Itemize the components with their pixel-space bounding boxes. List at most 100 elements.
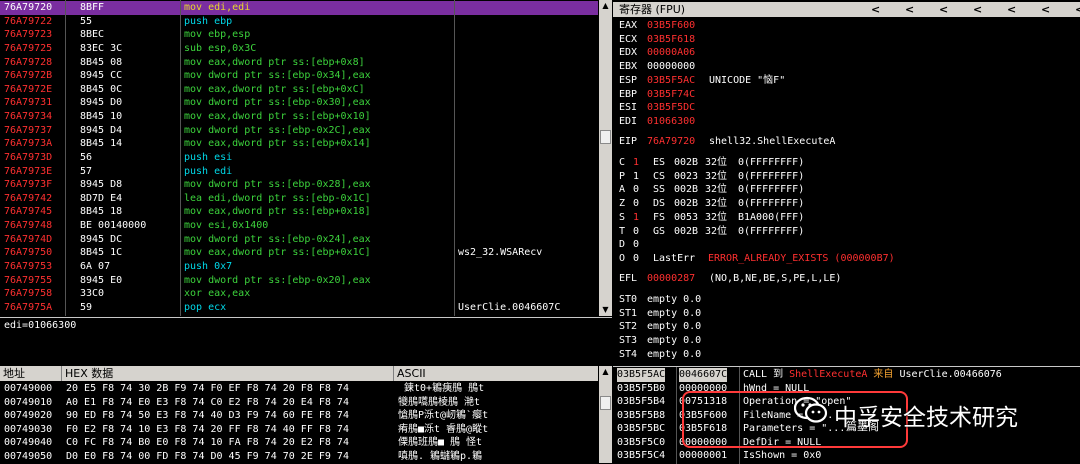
dump-col-ascii[interactable]: ASCII	[394, 366, 598, 381]
scroll-down-arrow-icon[interactable]: ▼	[599, 304, 612, 316]
register-value[interactable]: 03B5F600	[647, 19, 695, 33]
dump-row[interactable]: 00749000 20 E5 F8 74 30 2B F9 74 F0 EF F8…	[0, 382, 598, 396]
disasm-address: 76A79722	[4, 15, 53, 27]
disasm-row[interactable]: 76A7973A 8B45 14 mov eax,dword ptr ss:[ebp…	[0, 137, 598, 151]
disasm-row[interactable]: 76A79728 8B45 08 mov eax,dword ptr ss:[ebp…	[0, 56, 598, 70]
stack-row[interactable]: 03B5F5AC 0046607C CALL 到 ShellExecuteA 来自 …	[613, 368, 1080, 382]
registers-pane[interactable]: EAX 03B5F600 ECX 03B5F618 EDX 00000A06 EBX 0000…	[613, 17, 1080, 365]
register-value[interactable]: 01066300	[647, 115, 695, 129]
register-row[interactable]: EAX 03B5F600	[619, 19, 1079, 33]
dump-row[interactable]: 00749040 C0 FC F8 74 B0 E0 F8 74 10 FA F8…	[0, 436, 598, 450]
disasm-row[interactable]: 76A7973F 8945 D8 mov dword ptr ss:[ebp-0x2…	[0, 178, 598, 192]
disasm-row[interactable]: 76A79734 8B45 10 mov eax,dword ptr ss:[ebp…	[0, 110, 598, 124]
disasm-row[interactable]: 76A79737 8945 D4 mov dword ptr ss:[ebp-0x2…	[0, 124, 598, 138]
register-row[interactable]: EDI 01066300	[619, 115, 1079, 129]
disasm-row[interactable]: 76A7974D 8945 DC mov dword ptr ss:[ebp-0x2…	[0, 233, 598, 247]
dump-col-addr[interactable]: 地址	[0, 366, 62, 381]
disasm-row[interactable]: 76A79742 8D7D E4 lea edi,dword ptr ss:[ebp…	[0, 192, 598, 206]
disassembly-pane[interactable]: 76A79720 8BFF mov edi,edi 76A79722 55 push eb…	[0, 0, 598, 316]
flag-row[interactable]: T 0 GS 002B 32位 0(FFFFFFFF)	[619, 225, 1079, 239]
dump-ascii: 犪鴅嚆鴅棱鴅 滟t	[398, 396, 481, 408]
register-row[interactable]: EBP 03B5F74C	[619, 88, 1079, 102]
dump-col-hex[interactable]: HEX 数据	[62, 366, 394, 381]
flag-row[interactable]: S 1 FS 0053 32位 B1A000(FFF)	[619, 211, 1079, 225]
dump-scroll-thumb[interactable]	[600, 396, 611, 410]
register-nav-arrow-icon[interactable]: <	[939, 2, 948, 17]
segment-selector: 002B	[674, 184, 699, 196]
register-value[interactable]: 00000000	[647, 60, 695, 74]
register-nav-arrow-icon[interactable]: <	[871, 2, 880, 17]
register-nav-arrow-icon[interactable]: <	[1041, 2, 1050, 17]
disasm-row[interactable]: 76A7972B 8945 CC mov dword ptr ss:[ebp-0x3…	[0, 69, 598, 83]
register-nav-arrow-icon[interactable]: <	[1075, 2, 1080, 17]
flag-row[interactable]: O 0 LastErr ERROR_ALREADY_EXISTS (000000B7)	[619, 252, 1079, 266]
register-row[interactable]: ESI 03B5F5DC	[619, 101, 1079, 115]
register-nav-arrow-icon[interactable]: <	[1007, 2, 1016, 17]
stack-desc: IsShown = 0x0	[743, 450, 822, 461]
register-value[interactable]: 03B5F5DC	[647, 101, 695, 115]
disasm-row[interactable]: 76A7975A 59 pop ecx UserClie.0046607C	[0, 301, 598, 315]
dump-row[interactable]: 00749010 A0 E1 F8 74 E0 E3 F8 74 C0 E2 F8…	[0, 396, 598, 410]
stack-row[interactable]: 03B5F5C4 00000001 IsShown = 0x0	[613, 449, 1080, 463]
register-name: EDI	[619, 115, 638, 127]
disasm-row[interactable]: 76A79722 55 push ebp	[0, 15, 598, 29]
dump-row[interactable]: 00749050 D0 E0 F8 74 00 FD F8 74 D0 45 F9…	[0, 450, 598, 464]
registers-title: 寄存器 (FPU)	[619, 3, 686, 16]
disasm-row[interactable]: 76A7973D 56 push esi	[0, 151, 598, 165]
register-row[interactable]: EIP 76A79720 shell32.ShellExecuteA	[619, 135, 1079, 149]
flag-value[interactable]: 0	[633, 252, 639, 266]
register-row[interactable]: EFL 00000287 (NO,B,NE,BE,S,PE,L,LE)	[619, 272, 1079, 286]
disasm-row[interactable]: 76A7973E 57 push edi	[0, 165, 598, 179]
flag-row[interactable]: P 1 CS 0023 32位 0(FFFFFFFF)	[619, 170, 1079, 184]
disasm-row[interactable]: 76A79720 8BFF mov edi,edi	[0, 1, 598, 15]
scroll-up-arrow-icon[interactable]: ▲	[599, 0, 612, 12]
register-value[interactable]: 00000A06	[647, 46, 695, 60]
register-row[interactable]: EDX 00000A06	[619, 46, 1079, 60]
flag-value[interactable]: 1	[633, 170, 639, 184]
register-value[interactable]: 03B5F618	[647, 33, 695, 47]
flag-value[interactable]: 0	[633, 197, 639, 211]
disasm-row[interactable]: 76A79731 8945 D0 mov dword ptr ss:[ebp-0x3…	[0, 96, 598, 110]
wechat-logo-icon	[793, 396, 828, 424]
fpu-row[interactable]: ST2 empty 0.0	[619, 320, 1079, 334]
flag-row[interactable]: C 1 ES 002B 32位 0(FFFFFFFF)	[619, 156, 1079, 170]
disasm-row[interactable]: 76A79723 8BEC mov ebp,esp	[0, 28, 598, 42]
dump-pane[interactable]: 00749000 20 E5 F8 74 30 2B F9 74 F0 EF F8…	[0, 381, 598, 463]
flag-row[interactable]: Z 0 DS 002B 32位 0(FFFFFFFF)	[619, 197, 1079, 211]
register-row[interactable]: EBX 00000000	[619, 60, 1079, 74]
dump-scroll-up-icon[interactable]: ▲	[599, 366, 612, 378]
fpu-row[interactable]: ST4 empty 0.0	[619, 348, 1079, 362]
register-nav-arrow-icon[interactable]: <	[973, 2, 982, 17]
disasm-comment: ws2_32.WSARecv	[458, 247, 543, 259]
disasm-row[interactable]: 76A79758 33C0 xor eax,eax	[0, 287, 598, 301]
flag-value[interactable]: 1	[633, 211, 639, 225]
dump-scrollbar[interactable]: ▲	[599, 366, 612, 463]
fpu-row[interactable]: ST0 empty 0.0	[619, 293, 1079, 307]
fpu-row[interactable]: ST1 empty 0.0	[619, 307, 1079, 321]
register-value[interactable]: 76A79720	[647, 135, 695, 149]
disasm-row[interactable]: 76A79750 8B45 1C mov eax,dword ptr ss:[ebp…	[0, 246, 598, 260]
disasm-row[interactable]: 76A79725 83EC 3C sub esp,0x3C	[0, 42, 598, 56]
disasm-row[interactable]: 76A79753 6A 07 push 0x7	[0, 260, 598, 274]
register-row[interactable]: ECX 03B5F618	[619, 33, 1079, 47]
disasm-row[interactable]: 76A79748 BE 00140000 mov esi,0x1400	[0, 219, 598, 233]
flag-value[interactable]: 1	[633, 156, 639, 170]
register-row[interactable]: ESP 03B5F5AC UNICODE "恼F"	[619, 74, 1079, 88]
register-value[interactable]: 00000287	[647, 272, 695, 286]
flag-value[interactable]: 0	[633, 238, 639, 252]
flag-row[interactable]: A 0 SS 002B 32位 0(FFFFFFFF)	[619, 183, 1079, 197]
disasm-row[interactable]: 76A79755 8945 E0 mov dword ptr ss:[ebp-0x2…	[0, 274, 598, 288]
flag-value[interactable]: 0	[633, 183, 639, 197]
dump-row[interactable]: 00749030 F0 E2 F8 74 10 E3 F8 74 20 FF F8…	[0, 423, 598, 437]
dump-row[interactable]: 00749020 90 ED F8 74 50 E3 F8 74 40 D3 F9…	[0, 409, 598, 423]
disasm-row[interactable]: 76A79745 8B45 18 mov eax,dword ptr ss:[ebp…	[0, 205, 598, 219]
flag-row[interactable]: D0	[619, 238, 1079, 252]
scroll-thumb[interactable]	[600, 130, 611, 144]
register-nav-arrow-icon[interactable]: <	[905, 2, 914, 17]
fpu-row[interactable]: ST3 empty 0.0	[619, 334, 1079, 348]
flag-value[interactable]: 0	[633, 225, 639, 239]
register-value[interactable]: 03B5F5AC	[647, 74, 695, 88]
disasm-row[interactable]: 76A7972E 8B45 0C mov eax,dword ptr ss:[ebp…	[0, 83, 598, 97]
disassembly-scrollbar[interactable]: ▲ ▼	[599, 0, 612, 316]
register-value[interactable]: 03B5F74C	[647, 88, 695, 102]
